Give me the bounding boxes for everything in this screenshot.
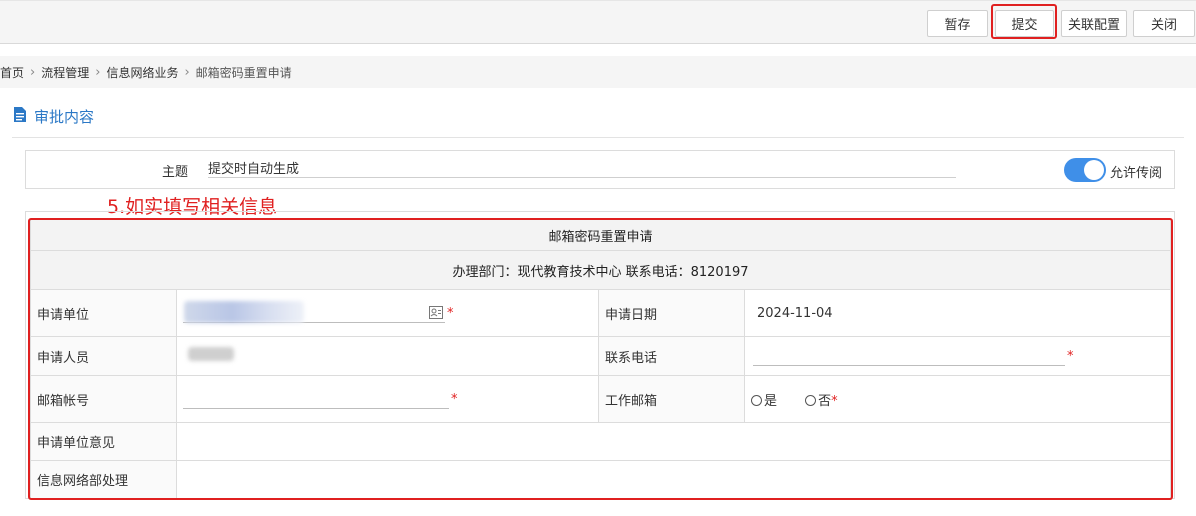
breadcrumb: 首页 › 流程管理 › 信息网络业务 › 邮箱密码重置申请: [0, 56, 1196, 88]
toggle-knob: [1084, 160, 1104, 180]
document-icon: [14, 107, 26, 126]
section-title: 审批内容: [34, 108, 95, 126]
close-button[interactable]: 关闭: [1133, 10, 1195, 37]
allow-circulation-toggle[interactable]: [1064, 158, 1106, 182]
chevron-right-icon: ›: [184, 64, 190, 80]
breadcrumb-current: 邮箱密码重置申请: [195, 65, 292, 80]
subject-input[interactable]: 提交时自动生成: [208, 158, 956, 178]
section-header: 审批内容: [14, 106, 94, 127]
allow-circulation-label: 允许传阅: [1110, 166, 1163, 181]
divider: [12, 137, 1184, 138]
subject-label: 主题: [162, 165, 189, 180]
breadcrumb-process[interactable]: 流程管理: [41, 64, 89, 81]
breadcrumb-home[interactable]: 首页: [0, 64, 24, 81]
form-highlight-box: [28, 218, 1173, 500]
link-config-button[interactable]: 关联配置: [1061, 10, 1127, 37]
chevron-right-icon: ›: [95, 64, 101, 80]
save-draft-button[interactable]: 暂存: [927, 10, 988, 37]
submit-highlight-box: [991, 4, 1057, 39]
chevron-right-icon: ›: [30, 64, 36, 80]
breadcrumb-network[interactable]: 信息网络业务: [106, 64, 178, 81]
